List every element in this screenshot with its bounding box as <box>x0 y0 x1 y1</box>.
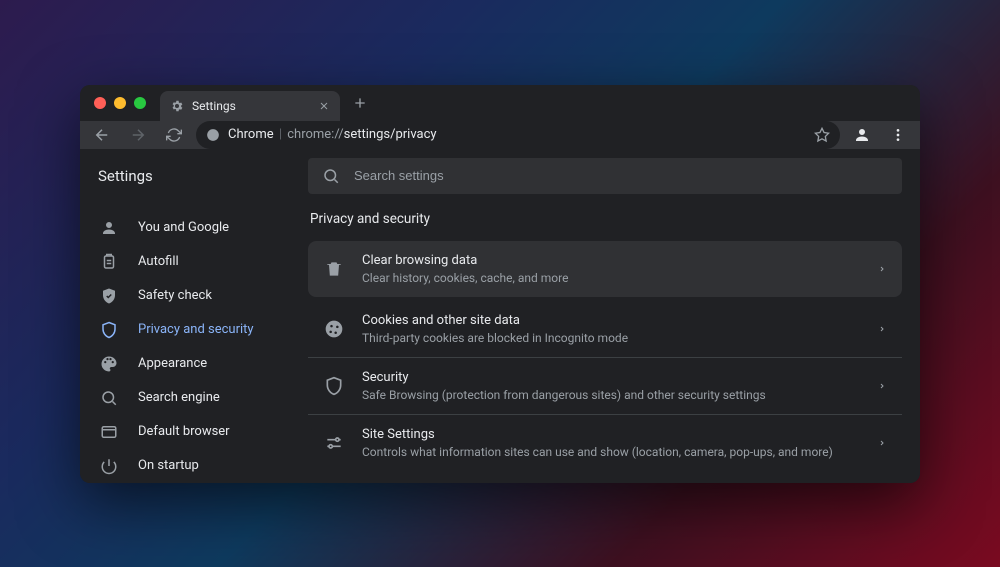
page-title: Settings <box>98 167 308 185</box>
shield-icon <box>324 376 344 396</box>
sidebar-item-label: Safety check <box>138 288 212 303</box>
person-icon <box>100 219 118 237</box>
tab-title: Settings <box>192 99 310 113</box>
sidebar-item-label: Appearance <box>138 356 207 371</box>
settings-page: Settings You and Google Autofill Safety ch… <box>80 149 920 483</box>
row-body: Clear browsing data Clear history, cookie… <box>362 253 860 285</box>
main-panel: Privacy and security Clear browsing data… <box>308 203 920 483</box>
sidebar-item-label: On startup <box>138 458 199 473</box>
sidebar-item-label: Search engine <box>138 390 220 405</box>
row-subtitle: Clear history, cookies, cache, and more <box>362 271 860 285</box>
sidebar-item-label: You and Google <box>138 220 229 235</box>
browser-tab[interactable]: Settings <box>160 91 340 121</box>
sidebar-item-appearance[interactable]: Appearance <box>80 347 308 381</box>
bookmark-star-icon[interactable] <box>814 127 830 143</box>
sidebar-item-you-and-google[interactable]: You and Google <box>80 211 308 245</box>
shield-check-icon <box>100 287 118 305</box>
clipboard-icon <box>100 253 118 271</box>
row-subtitle: Controls what information sites can use … <box>362 445 860 459</box>
row-title: Clear browsing data <box>362 253 860 268</box>
sidebar-item-label: Default browser <box>138 424 230 439</box>
settings-row-security[interactable]: Security Safe Browsing (protection from d… <box>308 358 902 415</box>
profile-button[interactable] <box>848 121 876 149</box>
search-icon <box>322 167 340 185</box>
chevron-right-icon <box>878 382 886 390</box>
sliders-icon <box>324 433 344 453</box>
settings-sidebar: You and Google Autofill Safety check Privac… <box>80 203 308 483</box>
close-window-button[interactable] <box>94 97 106 109</box>
url-origin: Chrome | chrome://settings/privacy <box>228 127 437 142</box>
tab-bar: Settings <box>80 85 920 121</box>
settings-row-clear-browsing-data[interactable]: Clear browsing data Clear history, cookie… <box>308 241 902 297</box>
settings-header: Settings <box>80 149 920 203</box>
row-body: Site Settings Controls what information s… <box>362 427 860 459</box>
sidebar-item-default-browser[interactable]: Default browser <box>80 415 308 449</box>
window-controls <box>90 97 160 109</box>
browser-icon <box>100 423 118 441</box>
row-subtitle: Safe Browsing (protection from dangerous… <box>362 388 860 402</box>
settings-row-cookies[interactable]: Cookies and other site data Third-party c… <box>308 301 902 358</box>
shield-icon <box>100 321 118 339</box>
sidebar-item-label: Privacy and security <box>138 322 254 337</box>
gear-icon <box>170 99 184 113</box>
chevron-right-icon <box>878 439 886 447</box>
reload-button[interactable] <box>160 121 188 149</box>
cookie-icon <box>324 319 344 339</box>
browser-window: Settings Chrome | chrome://settings/priv… <box>80 85 920 483</box>
site-info-icon[interactable] <box>206 128 220 142</box>
row-body: Security Safe Browsing (protection from d… <box>362 370 860 402</box>
close-tab-button[interactable] <box>318 100 330 112</box>
settings-card: Clear browsing data Clear history, cookie… <box>308 241 902 471</box>
forward-button[interactable] <box>124 121 152 149</box>
trash-icon <box>324 259 344 279</box>
chevron-right-icon <box>878 265 886 273</box>
row-title: Cookies and other site data <box>362 313 860 328</box>
row-title: Site Settings <box>362 427 860 442</box>
row-body: Cookies and other site data Third-party c… <box>362 313 860 345</box>
address-bar[interactable]: Chrome | chrome://settings/privacy <box>196 121 840 149</box>
sidebar-item-autofill[interactable]: Autofill <box>80 245 308 279</box>
sidebar-item-safety-check[interactable]: Safety check <box>80 279 308 313</box>
sidebar-item-label: Autofill <box>138 254 179 269</box>
section-heading: Privacy and security <box>308 211 902 227</box>
row-title: Security <box>362 370 860 385</box>
settings-row-site-settings[interactable]: Site Settings Controls what information s… <box>308 415 902 471</box>
sidebar-item-on-startup[interactable]: On startup <box>80 449 308 483</box>
power-icon <box>100 457 118 475</box>
search-input[interactable] <box>354 168 888 183</box>
back-button[interactable] <box>88 121 116 149</box>
row-subtitle: Third-party cookies are blocked in Incog… <box>362 331 860 345</box>
browser-menu-button[interactable] <box>884 121 912 149</box>
maximize-window-button[interactable] <box>134 97 146 109</box>
sidebar-item-search-engine[interactable]: Search engine <box>80 381 308 415</box>
settings-search[interactable] <box>308 158 902 194</box>
search-icon <box>100 389 118 407</box>
palette-icon <box>100 355 118 373</box>
minimize-window-button[interactable] <box>114 97 126 109</box>
new-tab-button[interactable] <box>346 89 374 117</box>
chevron-right-icon <box>878 325 886 333</box>
browser-toolbar: Chrome | chrome://settings/privacy <box>80 121 920 149</box>
settings-body: You and Google Autofill Safety check Privac… <box>80 203 920 483</box>
sidebar-item-privacy-and-security[interactable]: Privacy and security <box>80 313 308 347</box>
